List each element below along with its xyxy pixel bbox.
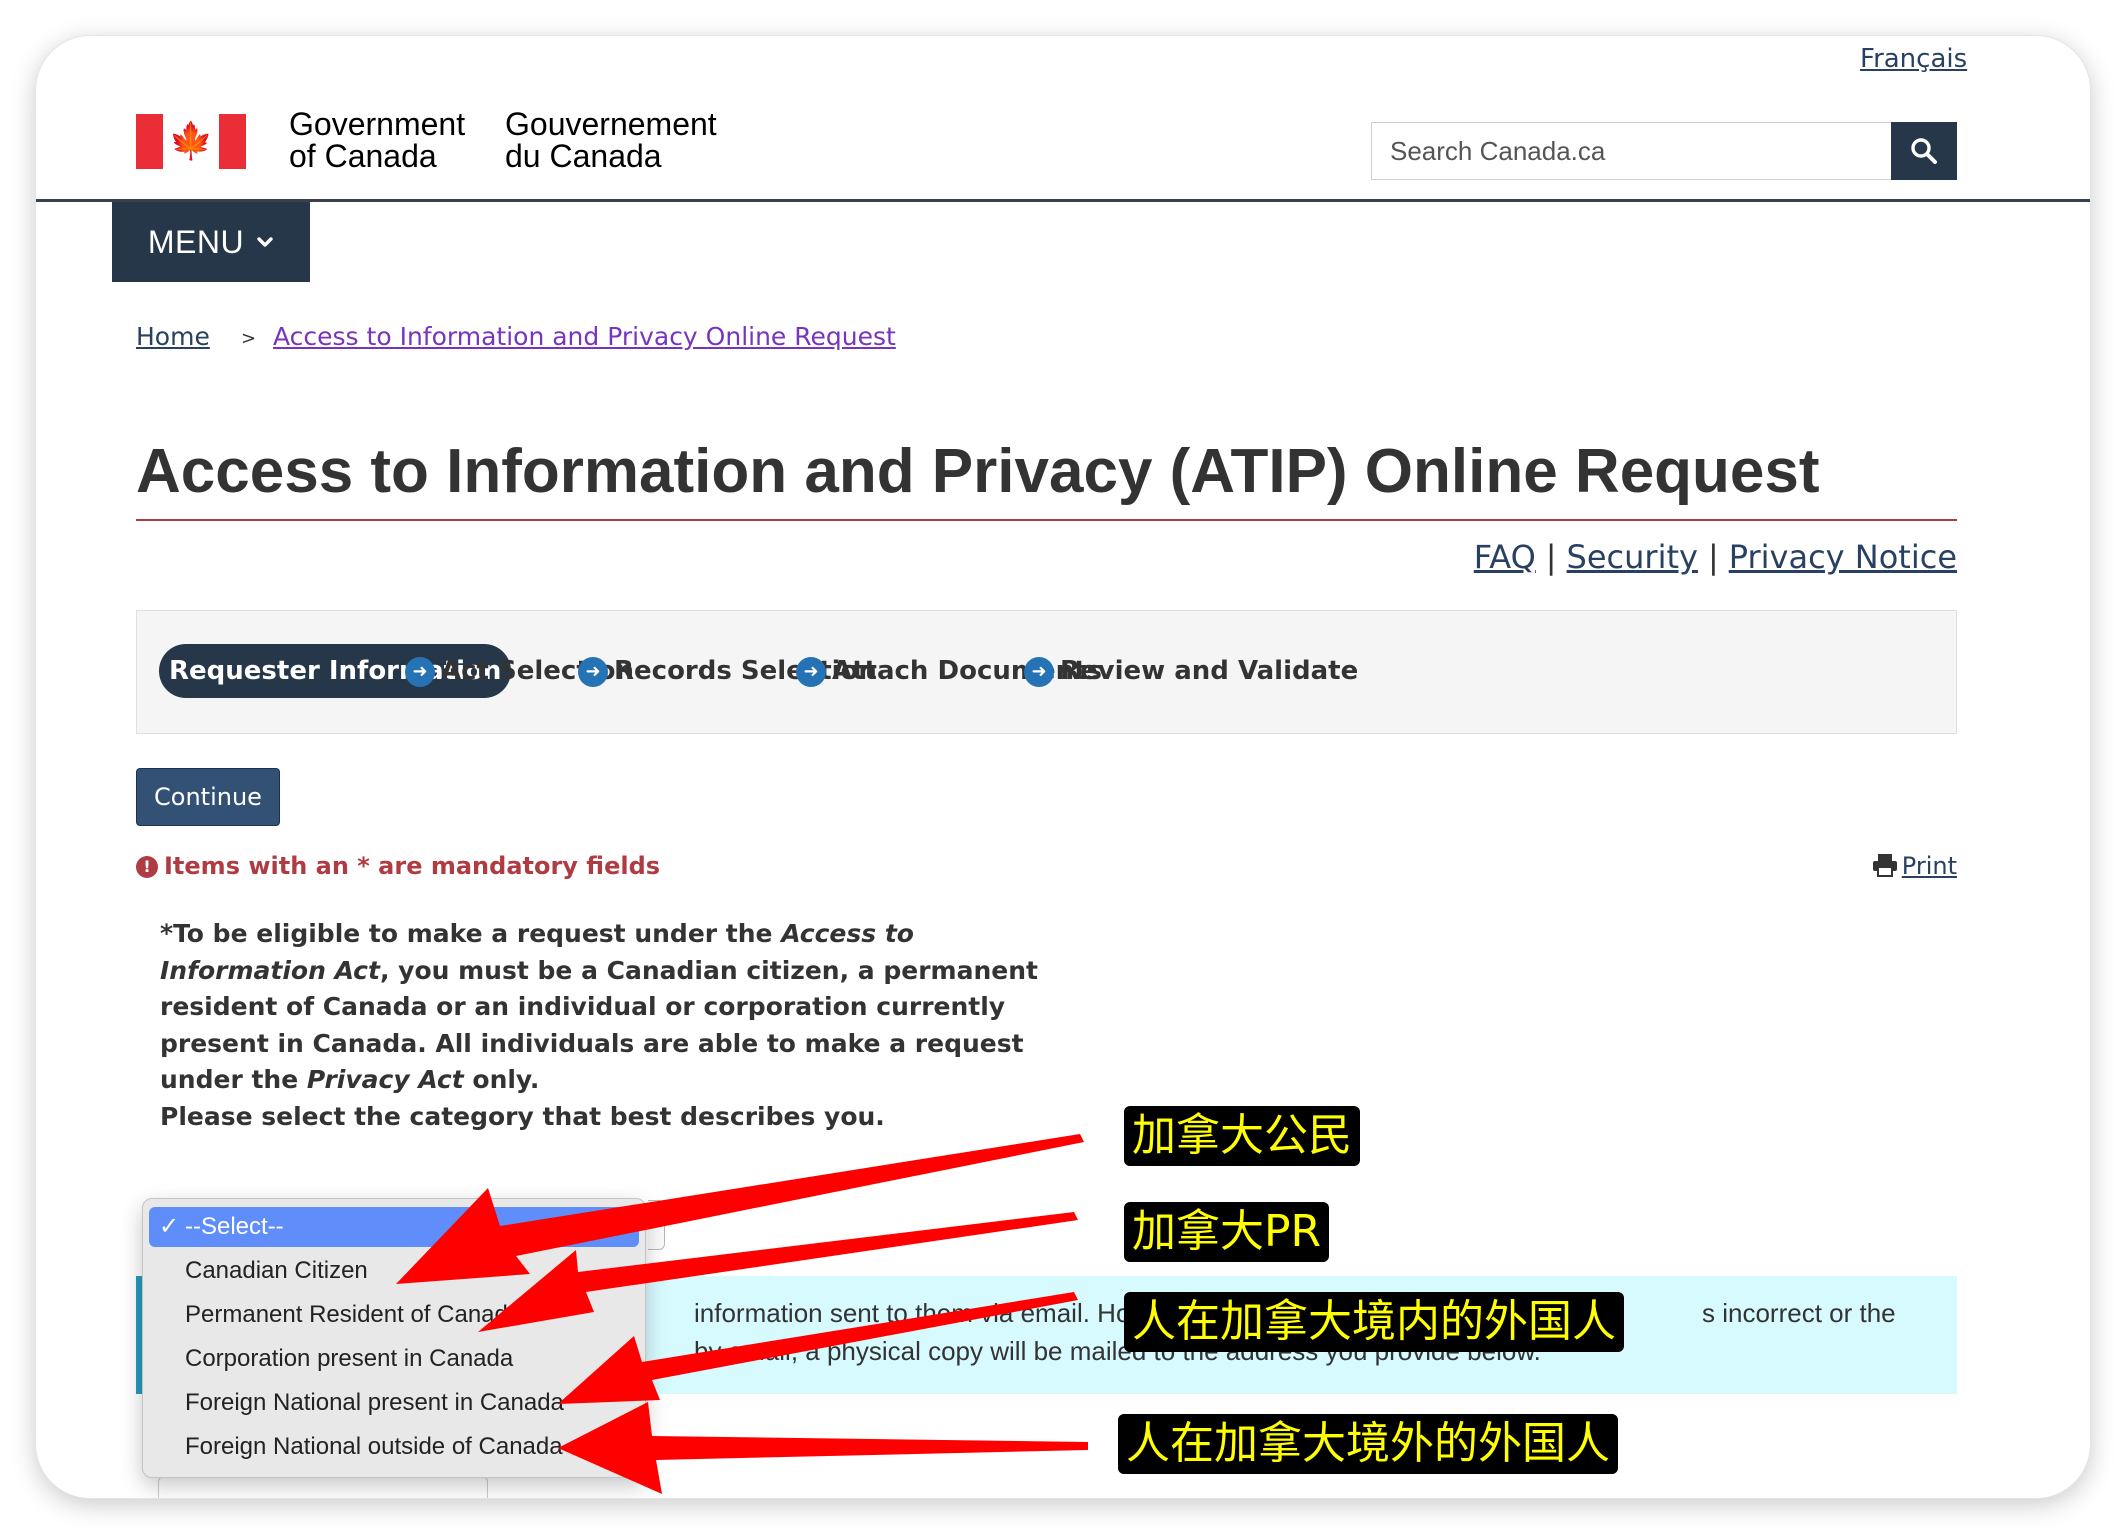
category-instruction: Please select the category that best des… [160,1101,885,1131]
menu-label: MENU [147,223,245,260]
faq-link[interactable]: FAQ [1474,538,1536,576]
eligibility-part3: only. [463,1065,540,1094]
security-link[interactable]: Security [1567,538,1698,576]
dropdown-option-permanent-resident[interactable]: Permanent Resident of Canada [149,1295,639,1335]
signature-fr-line1: Gouvernement [505,106,717,142]
signature-fr-line2: du Canada [505,138,662,174]
arrow-right-circle-icon: ➜ [796,657,826,687]
eligibility-paragraph: *To be eligible to make a request under … [160,916,1050,1099]
print-label: Print [1901,852,1957,880]
help-links: FAQ | Security | Privacy Notice [1474,538,1957,576]
annotation-label-outside: 人在加拿大境外的外国人 [1118,1414,1618,1474]
dropdown-option-select[interactable]: ✓ --Select-- [149,1207,639,1247]
dropdown-option-corporation[interactable]: Corporation present in Canada [149,1339,639,1379]
annotation-label-pr: 加拿大PR [1124,1202,1330,1262]
category-dropdown-list[interactable]: ✓ --Select-- Canadian Citizen Permanent R… [142,1198,646,1478]
maple-leaf-icon: 🍁 [163,114,219,169]
next-form-field[interactable] [158,1476,488,1498]
option-label: --Select-- [185,1213,284,1240]
mandatory-note: ! Items with an * are mandatory fields [136,852,660,880]
search-icon [1911,138,1937,164]
title-underline [136,519,1957,521]
arrow-right-circle-icon: ➜ [1024,657,1054,687]
exclamation-circle-icon: ! [136,856,158,878]
dropdown-option-foreign-national-present[interactable]: Foreign National present in Canada [149,1383,639,1423]
language-toggle-link[interactable]: Français [1860,44,1967,74]
print-link[interactable]: Print [1872,852,1957,880]
dropdown-option-foreign-national-outside[interactable]: Foreign National outside of Canada [149,1427,639,1467]
search-input[interactable] [1372,123,1891,179]
annotation-label-citizen: 加拿大公民 [1124,1106,1360,1166]
privacy-notice-link[interactable]: Privacy Notice [1729,538,1957,576]
menu-button[interactable]: MENU [112,202,310,282]
signature-en-line1: Government [289,106,466,142]
help-links-separator: | [1545,538,1557,576]
help-links-separator: | [1707,538,1719,576]
browser-window: Français 🍁 Government of Canada Gouverne… [36,36,2090,1498]
page-title: Access to Information and Privacy (ATIP)… [136,437,1820,506]
search-button[interactable] [1891,122,1957,180]
printer-icon [1872,854,1897,877]
annotation-label-present: 人在加拿大境内的外国人 [1124,1292,1624,1352]
eligibility-text: *To be eligible to make a request under … [160,916,1050,1135]
arrow-right-circle-icon: ➜ [578,657,608,687]
breadcrumb-atip-link[interactable]: Access to Information and Privacy Online… [273,322,896,351]
breadcrumb-home-link[interactable]: Home [136,322,210,351]
chevron-down-icon [257,237,273,247]
signature-en-line2: of Canada [289,138,437,174]
header-divider [36,199,2090,202]
privacy-act-name: Privacy Act [306,1065,464,1094]
flag-right-bar [219,114,246,169]
info-text-line1-right: s incorrect or the [1702,1298,1896,1328]
eligibility-part1: *To be eligible to make a request under … [160,919,782,948]
step-review-and-validate: Review and Validate [1060,656,1359,686]
search-field [1371,122,1891,180]
category-select-edge[interactable] [648,1200,665,1250]
progress-steps: Requester Information ➜ Act Selection ➜ … [136,610,1957,734]
flag-left-bar [136,114,163,169]
info-text-line1-left: information sent to them via email. Ho [694,1298,1131,1328]
dropdown-option-canadian-citizen[interactable]: Canadian Citizen [149,1251,639,1291]
checkmark-icon: ✓ [159,1213,180,1240]
breadcrumb-separator: > [241,328,257,349]
mandatory-note-text: Items with an * are mandatory fields [164,852,661,880]
continue-button[interactable]: Continue [136,768,280,826]
arrow-right-circle-icon: ➜ [405,657,435,687]
signature-french: Gouvernement du Canada [505,108,717,172]
signature-english: Government of Canada [289,108,465,172]
canada-flag-logo: 🍁 [136,114,246,169]
